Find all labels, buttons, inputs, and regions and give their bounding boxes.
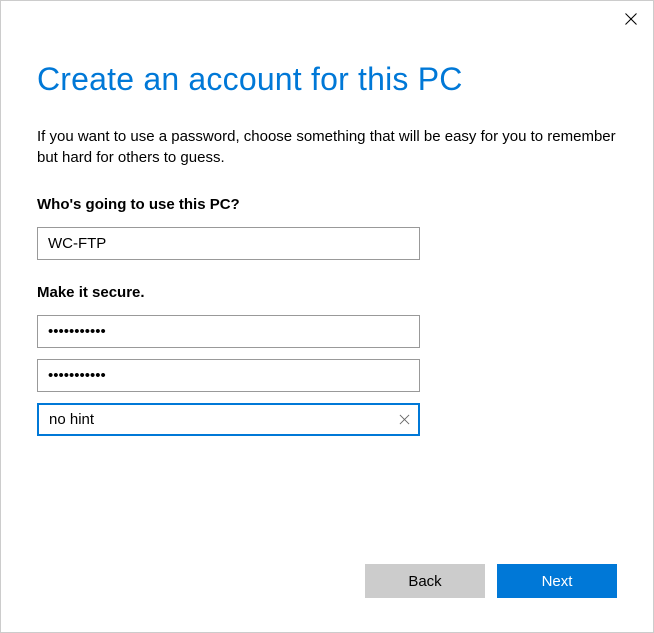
confirm-password-input[interactable] [37, 359, 420, 392]
secure-label: Make it secure. [37, 284, 617, 301]
secure-section: Make it secure. [37, 284, 617, 436]
content-area: Create an account for this PC If you wan… [1, 1, 653, 436]
close-icon [625, 13, 637, 25]
back-button[interactable]: Back [365, 564, 485, 598]
who-label: Who's going to use this PC? [37, 196, 617, 213]
password-input[interactable] [37, 315, 420, 348]
clear-icon [399, 414, 410, 425]
account-wizard-window: Create an account for this PC If you wan… [0, 0, 654, 633]
page-title: Create an account for this PC [37, 61, 617, 98]
next-button[interactable]: Next [497, 564, 617, 598]
password-hint-input[interactable] [37, 403, 420, 436]
footer-buttons: Back Next [365, 564, 617, 598]
page-description: If you want to use a password, choose so… [37, 126, 617, 168]
close-button[interactable] [621, 9, 641, 29]
clear-hint-button[interactable] [394, 410, 414, 430]
who-section: Who's going to use this PC? [37, 196, 617, 260]
username-input[interactable] [37, 227, 420, 260]
hint-field-wrapper [37, 403, 420, 436]
